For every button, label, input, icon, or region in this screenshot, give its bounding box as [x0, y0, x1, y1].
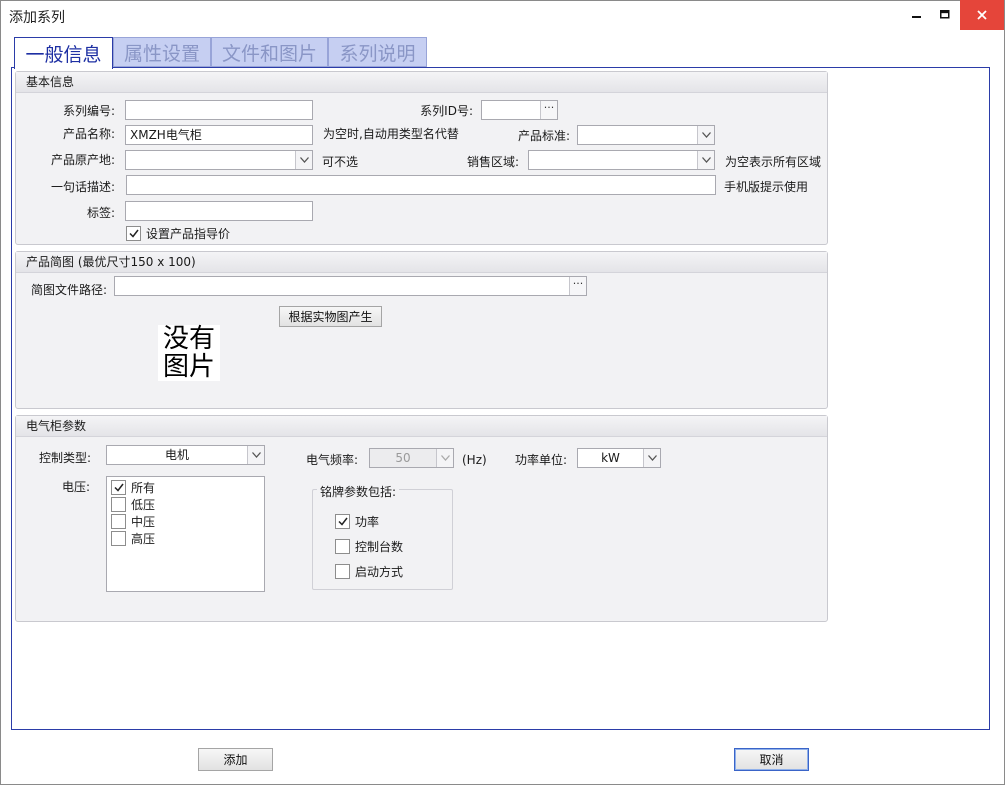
nameplate-checkbox[interactable] — [335, 514, 350, 529]
sales-region-label: 销售区域: — [466, 155, 519, 169]
series-id-value — [482, 103, 486, 117]
nameplate-option[interactable]: 功率 — [335, 513, 379, 530]
generate-from-photo-button[interactable]: 根据实物图产生 — [279, 306, 382, 327]
nameplate-legend: 铭牌参数包括: — [317, 483, 400, 500]
tab-label: 属性设置 — [123, 42, 200, 65]
one-line-label: 一句话描述: — [50, 180, 115, 194]
guide-price-label: 设置产品指导价 — [146, 227, 231, 241]
nameplate-option[interactable]: 启动方式 — [335, 563, 403, 580]
voltage-checkbox[interactable] — [111, 497, 126, 512]
no-image-placeholder: 没有 图片 — [158, 325, 220, 381]
frequency-label: 电气频率: — [306, 453, 359, 467]
voltage-option[interactable]: 高压 — [111, 530, 155, 547]
cancel-button[interactable]: 取消 — [734, 748, 809, 771]
tab-general-info[interactable]: 一般信息 — [14, 37, 113, 69]
guide-price-checkbox-row[interactable]: 设置产品指导价 — [126, 225, 230, 242]
nameplate-option-label: 功率 — [355, 515, 380, 529]
window-title: 添加系列 — [9, 10, 65, 26]
sales-region-select[interactable] — [528, 150, 715, 170]
maximize-icon — [940, 10, 950, 19]
group-heading: 产品简图 (最优尺寸150 x 100) — [16, 252, 827, 273]
sketch-path-browse-button[interactable]: ··· — [569, 277, 586, 295]
voltage-checklist[interactable]: 所有 低压 中压 高压 — [106, 476, 265, 592]
close-button[interactable] — [960, 0, 1004, 30]
origin-select[interactable] — [125, 150, 313, 170]
chevron-down-icon — [436, 449, 453, 467]
series-id-browse-button[interactable]: ··· — [540, 101, 557, 119]
voltage-option[interactable]: 低压 — [111, 496, 155, 513]
chevron-down-icon — [697, 126, 714, 144]
chevron-down-icon — [697, 151, 714, 169]
power-unit-value: kW — [601, 451, 620, 465]
nameplate-option-label: 控制台数 — [355, 540, 404, 554]
chevron-down-icon — [295, 151, 312, 169]
sketch-path-value — [115, 279, 119, 293]
maximize-button[interactable] — [932, 0, 958, 30]
one-line-hint: 手机版提示使用 — [724, 180, 809, 194]
voltage-checkbox[interactable] — [111, 480, 126, 495]
voltage-checkbox[interactable] — [111, 531, 126, 546]
voltage-option-label: 中压 — [131, 515, 156, 529]
frequency-value: 50 — [395, 451, 411, 465]
series-id-label: 系列ID号: — [420, 104, 473, 118]
product-standard-label: 产品标准: — [517, 129, 570, 143]
chevron-down-icon — [643, 449, 660, 467]
voltage-option-label: 低压 — [131, 498, 156, 512]
sales-region-hint: 为空表示所有区域 — [725, 155, 822, 169]
tags-label: 标签: — [86, 206, 115, 220]
guide-price-checkbox[interactable] — [126, 226, 141, 241]
sketch-group: 产品简图 (最优尺寸150 x 100) — [15, 251, 828, 409]
sketch-path-label: 简图文件路径: — [30, 283, 107, 297]
close-icon — [977, 10, 987, 20]
origin-label: 产品原产地: — [50, 153, 115, 167]
voltage-option-label: 所有 — [131, 481, 156, 495]
tab-series-description[interactable]: 系列说明 — [328, 37, 427, 67]
control-type-value: 电机 — [164, 448, 189, 462]
tab-label: 系列说明 — [339, 42, 416, 65]
voltage-option-label: 高压 — [131, 532, 156, 546]
tab-label: 一般信息 — [25, 44, 102, 66]
origin-hint: 可不选 — [322, 155, 359, 169]
product-name-hint: 为空时,自动用类型名代替 — [323, 127, 459, 141]
minimize-button[interactable] — [905, 0, 929, 30]
one-line-input[interactable] — [126, 175, 716, 195]
group-heading: 电气柜参数 — [16, 416, 827, 437]
voltage-checkbox[interactable] — [111, 514, 126, 529]
control-type-select[interactable]: 电机 — [106, 445, 265, 465]
check-icon — [113, 483, 124, 492]
voltage-label: 电压: — [62, 480, 91, 494]
nameplate-checkbox[interactable] — [335, 564, 350, 579]
add-button[interactable]: 添加 — [198, 748, 273, 771]
tab-label: 文件和图片 — [221, 42, 317, 65]
nameplate-option[interactable]: 控制台数 — [335, 538, 403, 555]
no-image-text: 没有 — [162, 324, 215, 354]
no-image-text: 图片 — [162, 352, 215, 382]
check-icon — [128, 229, 139, 238]
series-id-input[interactable]: ··· — [481, 100, 558, 120]
frequency-unit: (Hz) — [462, 453, 487, 467]
power-unit-select[interactable]: kW — [577, 448, 661, 468]
control-type-label: 控制类型: — [39, 451, 92, 465]
power-unit-label: 功率单位: — [515, 453, 568, 467]
product-name-label: 产品名称: — [62, 127, 115, 141]
frequency-select[interactable]: 50 — [369, 448, 454, 468]
product-name-input[interactable]: XMZH电气柜 — [125, 125, 313, 145]
tab-files-images[interactable]: 文件和图片 — [211, 37, 328, 67]
tab-attribute-settings[interactable]: 属性设置 — [113, 37, 211, 67]
voltage-option[interactable]: 所有 — [111, 479, 155, 496]
voltage-option[interactable]: 中压 — [111, 513, 155, 530]
series-no-label: 系列编号: — [62, 104, 115, 118]
nameplate-checkbox[interactable] — [335, 539, 350, 554]
nameplate-option-label: 启动方式 — [355, 565, 404, 579]
check-icon — [337, 517, 348, 526]
minimize-icon — [912, 16, 921, 18]
sketch-path-input[interactable]: ··· — [114, 276, 587, 296]
group-heading: 基本信息 — [16, 72, 827, 93]
chevron-down-icon — [247, 446, 264, 464]
product-standard-select[interactable] — [577, 125, 715, 145]
series-no-input[interactable] — [125, 100, 313, 120]
tags-input[interactable] — [125, 201, 313, 221]
